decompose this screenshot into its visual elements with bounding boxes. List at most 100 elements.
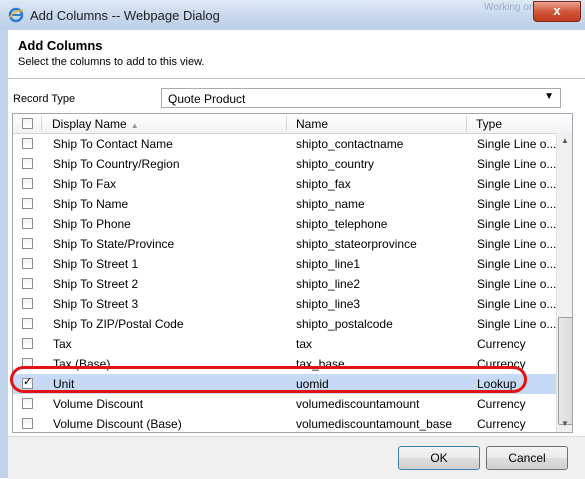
table-row[interactable]: Ship To Street 3 shipto_line3 Single Line … <box>13 294 556 314</box>
cell-name: uomid <box>296 377 329 391</box>
row-checkbox[interactable] <box>22 138 33 149</box>
grid-header: Display Name ▲ Name Type <box>13 114 572 134</box>
cell-display: Ship To State/Province <box>53 237 175 251</box>
row-checkbox[interactable] <box>22 418 33 429</box>
cell-type: Single Line o... <box>477 237 556 251</box>
cell-type: Single Line o... <box>477 277 556 291</box>
row-checkbox[interactable] <box>22 338 33 349</box>
row-checkbox[interactable] <box>22 238 33 249</box>
row-checkbox[interactable] <box>22 298 33 309</box>
cell-display: Ship To ZIP/Postal Code <box>53 317 184 331</box>
header-type[interactable]: Type <box>476 117 502 131</box>
ok-button[interactable]: OK <box>398 446 480 470</box>
cell-type: Currency <box>477 357 526 371</box>
cell-display: Ship To Phone <box>53 217 131 231</box>
table-row[interactable]: Ship To Fax shipto_fax Single Line o... <box>13 174 556 194</box>
cell-name: tax <box>296 337 313 351</box>
columns-grid: Display Name ▲ Name Type Ship To Contact … <box>12 113 573 433</box>
dialog-header: Add Columns Select the columns to add to… <box>8 30 585 78</box>
row-checkbox[interactable] <box>22 398 33 409</box>
cell-display: Ship To Name <box>53 197 129 211</box>
table-row[interactable]: Ship To Street 1 shipto_line1 Single Line … <box>13 254 556 274</box>
header-divider <box>8 78 585 79</box>
cell-display: Ship To Fax <box>53 177 117 191</box>
cell-type: Single Line o... <box>477 317 556 331</box>
dialog-heading: Add Columns <box>18 38 103 53</box>
column-divider <box>41 116 42 131</box>
cell-display: Tax (Base) <box>53 357 111 371</box>
record-type-select[interactable]: Quote Product ▼ <box>161 88 561 108</box>
cell-type: Single Line o... <box>477 217 556 231</box>
cell-type: Single Line o... <box>477 197 556 211</box>
cell-name: volumediscountamount_base <box>296 417 453 431</box>
cell-name: shipto_contactname <box>296 137 404 151</box>
cell-display: Ship To Street 2 <box>53 277 139 291</box>
cell-name: shipto_line3 <box>296 297 361 311</box>
cell-type: Currency <box>477 397 526 411</box>
ie-icon <box>8 7 24 23</box>
cell-display: Ship To Country/Region <box>53 157 180 171</box>
cell-type: Currency <box>477 337 526 351</box>
select-all-checkbox[interactable] <box>22 118 33 129</box>
sort-ascending-icon: ▲ <box>130 121 139 130</box>
row-checkbox[interactable] <box>22 198 33 209</box>
table-row[interactable]: Ship To Phone shipto_telephone Single Line… <box>13 214 556 234</box>
column-divider[interactable] <box>466 116 467 131</box>
table-row[interactable]: Tax tax Currency <box>13 334 556 354</box>
cell-name: shipto_fax <box>296 177 351 191</box>
cell-name: tax_base <box>296 357 345 371</box>
cell-display: Volume Discount <box>53 397 144 411</box>
cell-name: shipto_postalcode <box>296 317 393 331</box>
table-row[interactable]: Ship To ZIP/Postal Code shipto_postalcode… <box>13 314 556 334</box>
scroll-down-icon[interactable]: ▼ <box>557 416 572 432</box>
table-row[interactable]: ✓ Unit uomid Lookup <box>13 374 556 394</box>
cell-name: shipto_line2 <box>296 277 361 291</box>
table-row[interactable]: Ship To Contact Name shipto_contactname Si… <box>13 134 556 154</box>
cell-display: Ship To Street 1 <box>53 257 139 271</box>
cell-display: Volume Discount (Base) <box>53 417 182 431</box>
cell-type: Single Line o... <box>477 137 556 151</box>
cell-type: Single Line o... <box>477 257 556 271</box>
window-title-bar: Add Columns -- Webpage Dialog Working on… <box>0 0 585 31</box>
close-button[interactable]: x <box>533 1 581 22</box>
chevron-down-icon[interactable]: ▼ <box>544 91 554 102</box>
row-checkbox[interactable] <box>22 258 33 269</box>
column-divider[interactable] <box>286 116 287 131</box>
cell-type: Single Line o... <box>477 297 556 311</box>
cell-type: Currency <box>477 417 526 431</box>
cell-display: Unit <box>53 377 75 391</box>
cell-name: volumediscountamount <box>296 397 420 411</box>
row-checkbox[interactable] <box>22 158 33 169</box>
table-row[interactable]: Ship To Name shipto_name Single Line o... <box>13 194 556 214</box>
header-display-name[interactable]: Display Name ▲ <box>52 117 139 131</box>
row-checkbox[interactable] <box>22 358 33 369</box>
table-row[interactable]: Ship To State/Province shipto_stateorprov… <box>13 234 556 254</box>
record-type-label: Record Type <box>13 93 76 105</box>
cell-type: Single Line o... <box>477 157 556 171</box>
dialog-subheading: Select the columns to add to this view. <box>18 56 205 68</box>
row-checkbox[interactable] <box>22 178 33 189</box>
scrollbar-thumb[interactable] <box>558 317 572 425</box>
cell-display: Ship To Contact Name <box>53 137 173 151</box>
row-checkbox[interactable] <box>22 278 33 289</box>
vertical-scrollbar[interactable]: ▲ ▼ <box>556 133 572 432</box>
row-checkbox[interactable] <box>22 218 33 229</box>
window-title: Add Columns -- Webpage Dialog <box>30 8 220 23</box>
scroll-up-icon[interactable]: ▲ <box>557 133 572 149</box>
cancel-button[interactable]: Cancel <box>486 446 568 470</box>
row-checkbox[interactable] <box>22 318 33 329</box>
table-row[interactable]: Volume Discount volumediscountamount Curre… <box>13 394 556 414</box>
table-row[interactable]: Volume Discount (Base) volumediscountamou… <box>13 414 556 432</box>
cell-name: shipto_name <box>296 197 365 211</box>
header-name[interactable]: Name <box>296 117 328 131</box>
table-row[interactable]: Ship To Street 2 shipto_line2 Single Line … <box>13 274 556 294</box>
cell-type: Single Line o... <box>477 177 556 191</box>
cell-type: Lookup <box>477 377 517 391</box>
window-frame <box>0 30 8 478</box>
table-row[interactable]: Tax (Base) tax_base Currency <box>13 354 556 374</box>
row-checkbox[interactable]: ✓ <box>22 376 33 389</box>
cell-display: Ship To Street 3 <box>53 297 139 311</box>
table-row[interactable]: Ship To Country/Region shipto_country Sing… <box>13 154 556 174</box>
grid-rows: Ship To Contact Name shipto_contactname Si… <box>13 134 556 432</box>
cell-name: shipto_stateorprovince <box>296 237 417 251</box>
